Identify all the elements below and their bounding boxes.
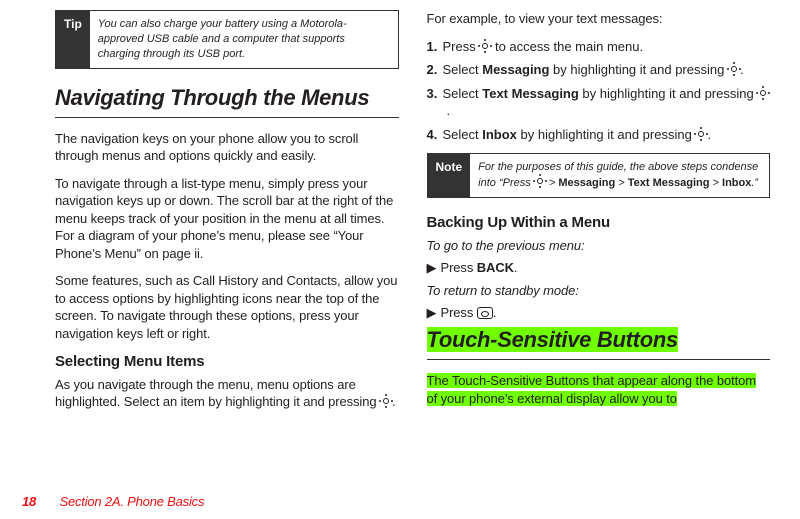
heading-rule xyxy=(55,117,399,118)
text-run: .” xyxy=(751,177,758,189)
text-run: Select xyxy=(443,86,483,101)
text-run: to access the main menu. xyxy=(491,39,643,54)
tip-box: Tip You can also charge your battery usi… xyxy=(55,10,399,69)
instruction-line: ▶Press . xyxy=(427,304,771,322)
bold-term: Inbox xyxy=(722,177,751,189)
lead-in: To go to the previous menu: xyxy=(427,237,771,255)
two-column-layout: Tip You can also charge your battery usi… xyxy=(55,10,770,421)
text-run: . xyxy=(514,260,518,275)
paragraph: As you navigate through the menu, menu o… xyxy=(55,376,399,411)
paragraph: Some features, such as Call History and … xyxy=(55,272,399,342)
paragraph: The navigation keys on your phone allow … xyxy=(55,130,399,165)
tip-body: You can also charge your battery using a… xyxy=(90,11,398,68)
text-run: by highlighting it and pressing xyxy=(517,127,696,142)
subheading-backing-up: Backing Up Within a Menu xyxy=(427,214,771,231)
text-run: Select xyxy=(443,127,483,142)
nav-key-icon xyxy=(380,395,392,407)
page-footer: 18 Section 2A. Phone Basics xyxy=(22,494,204,509)
triangle-bullet-icon: ▶ xyxy=(427,304,441,322)
step-4: 4.Select Inbox by highlighting it and pr… xyxy=(427,126,771,144)
text-run: Press xyxy=(441,260,477,275)
tip-label: Tip xyxy=(56,11,90,68)
text-run: Select xyxy=(443,62,483,77)
step-1: 1.Press to access the main menu. xyxy=(427,38,771,56)
note-label: Note xyxy=(428,154,471,197)
subheading-selecting: Selecting Menu Items xyxy=(55,353,399,370)
nav-key-icon xyxy=(757,87,769,99)
text-run: > xyxy=(546,177,559,189)
text-run: by highlighting it and pressing xyxy=(549,62,728,77)
steps-list: 1.Press to access the main menu. 2.Selec… xyxy=(427,38,771,144)
paragraph: The Touch-Sensitive Buttons that appear … xyxy=(427,372,771,407)
bold-term: BACK xyxy=(477,260,514,275)
text-run: > xyxy=(709,177,722,189)
nav-key-icon xyxy=(695,128,707,140)
bold-term: Messaging xyxy=(558,177,615,189)
step-2: 2.Select Messaging by highlighting it an… xyxy=(427,61,771,79)
text-run: . xyxy=(447,103,451,118)
section-heading-navigating: Navigating Through the Menus xyxy=(55,85,399,111)
text-run: . xyxy=(493,305,497,320)
footer-section-title: Section 2A. Phone Basics xyxy=(59,494,204,509)
bold-term: Text Messaging xyxy=(482,86,579,101)
section-heading-touch: Touch-Sensitive Buttons xyxy=(427,327,771,353)
note-box: Note For the purposes of this guide, the… xyxy=(427,153,771,198)
instruction-line: ▶Press BACK. xyxy=(427,259,771,277)
step-3: 3.Select Text Messaging by highlighting … xyxy=(427,85,771,120)
right-column: For example, to view your text messages:… xyxy=(427,10,771,421)
left-column: Tip You can also charge your battery usi… xyxy=(55,10,399,421)
text-run: > xyxy=(615,177,628,189)
nav-key-icon xyxy=(534,175,546,187)
text-run: by highlighting it and pressing xyxy=(579,86,758,101)
paragraph: To navigate through a list-type menu, si… xyxy=(55,175,399,263)
text-run: Press xyxy=(441,305,477,320)
nav-key-icon xyxy=(479,40,491,52)
end-key-icon xyxy=(477,307,493,319)
page: Tip You can also charge your battery usi… xyxy=(0,0,800,519)
text-run: As you navigate through the menu, menu o… xyxy=(55,377,380,410)
triangle-bullet-icon: ▶ xyxy=(427,259,441,277)
text-run: Press xyxy=(443,39,480,54)
heading-rule xyxy=(427,359,771,360)
highlight: Touch-Sensitive Buttons xyxy=(427,327,678,352)
example-intro: For example, to view your text messages: xyxy=(427,10,771,28)
nav-key-icon xyxy=(728,63,740,75)
bold-term: Messaging xyxy=(482,62,549,77)
highlight: The Touch-Sensitive Buttons that appear … xyxy=(427,373,757,406)
bold-term: Inbox xyxy=(482,127,517,142)
lead-in: To return to standby mode: xyxy=(427,282,771,300)
note-body: For the purposes of this guide, the abov… xyxy=(470,154,769,197)
bold-term: Text Messaging xyxy=(628,177,710,189)
page-number: 18 xyxy=(22,494,36,509)
